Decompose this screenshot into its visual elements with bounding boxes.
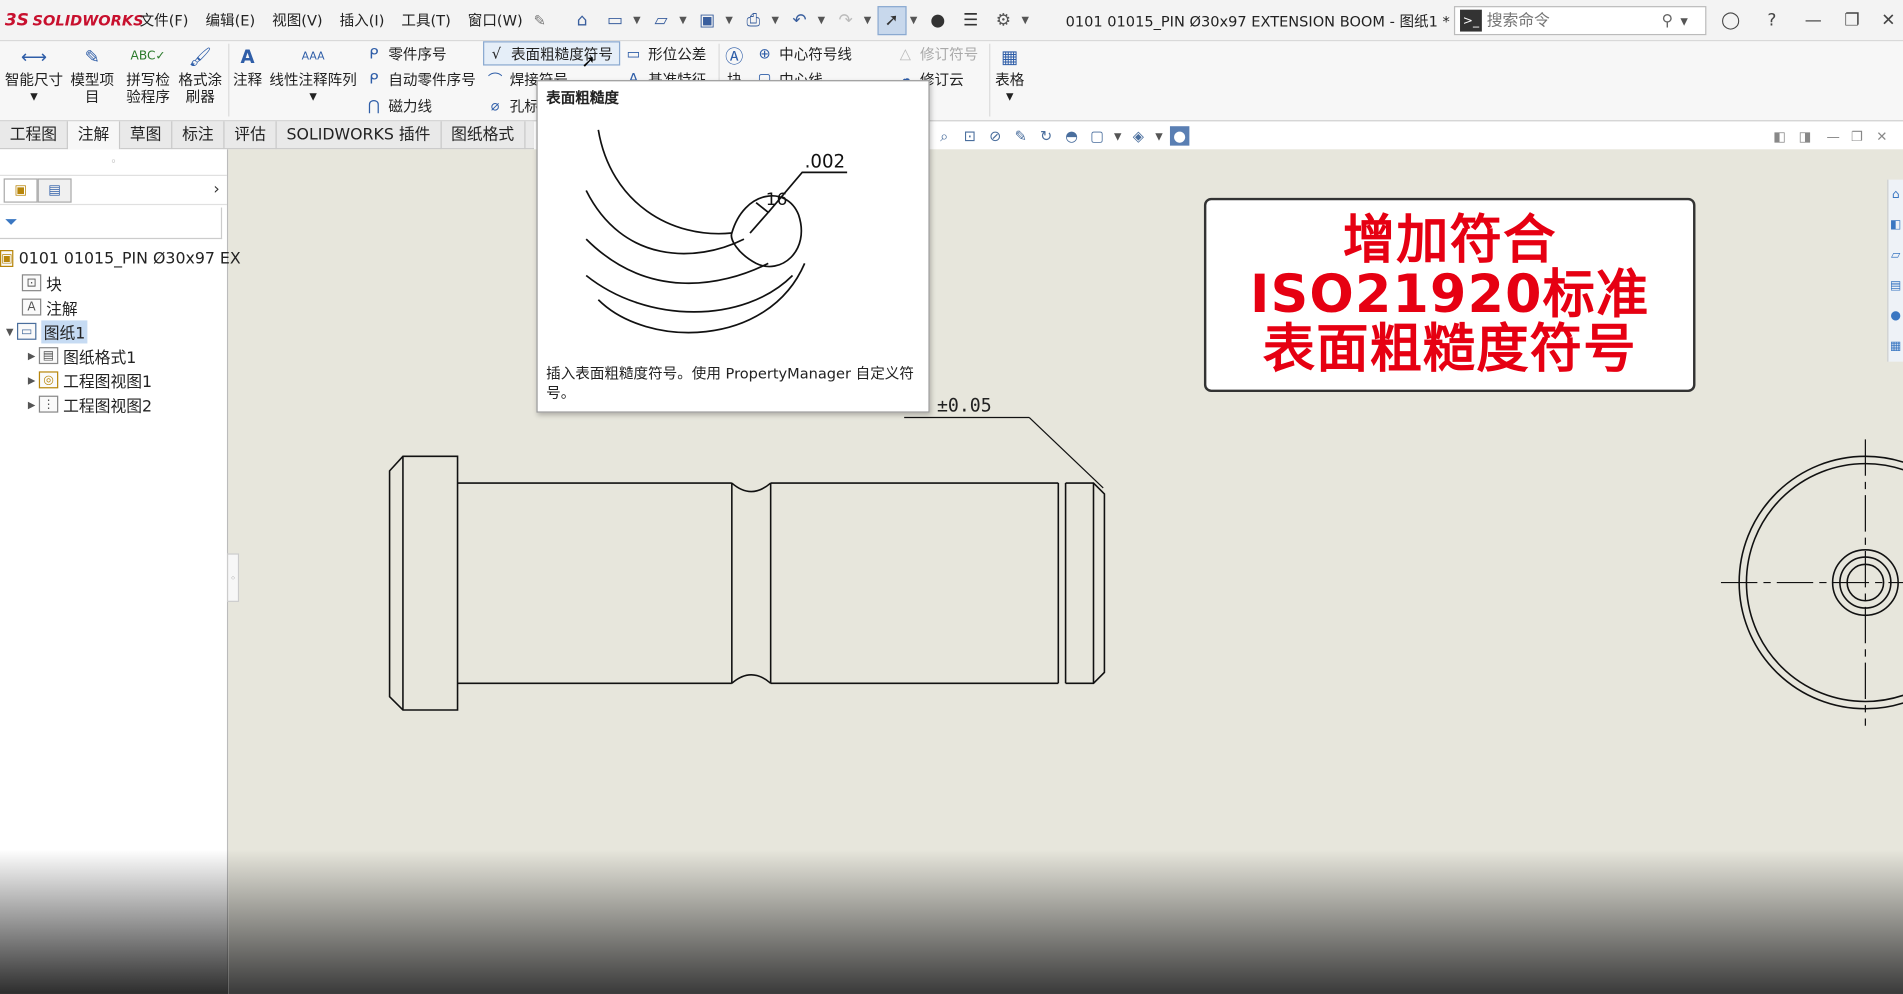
illus-curve-1 (597, 129, 732, 235)
tree-item-drawing-view1[interactable]: ▶ ◎ 工程图视图1 (0, 368, 227, 392)
surface-finish-tooltip: 表面粗糙度 .002 16 插入表面粗糙度符号。使用 PropertyManag… (536, 80, 930, 413)
drawing-document-icon: ▣ (0, 250, 14, 268)
tolerance-label[interactable]: ±0.05 (937, 395, 992, 416)
property-manager-icon[interactable]: ▤ (37, 177, 72, 203)
tree-root[interactable]: ▣ 0101 01015_PIN Ø30x97 EX (0, 246, 241, 270)
tree-item-annotations[interactable]: A 注解 (0, 295, 227, 319)
tree-item-blocks[interactable]: ⊡ 块 (0, 271, 227, 295)
callout-line-2: ISO21920标准 (1249, 263, 1650, 325)
callout-line-1: 增加符合 (1342, 209, 1557, 271)
tolerance-leader-line (1028, 417, 1104, 489)
groove-top (731, 482, 772, 493)
surface-finish-illustration: .002 16 (585, 129, 848, 334)
expand-arrow-icon[interactable]: ▶ (24, 374, 39, 385)
tree-filter[interactable]: ⏷ (0, 207, 223, 240)
illus-value-label: .002 (805, 151, 846, 172)
pin-tip (1065, 482, 1106, 685)
illus-curve-5 (597, 263, 806, 334)
block-folder-icon: ⊡ (21, 274, 42, 292)
tree-item-drawing-view2[interactable]: ▶ ⋮ 工程图视图2 (0, 392, 227, 416)
illus-roughness-label: 16 (766, 190, 788, 210)
sheet-format-icon: ▤ (38, 347, 59, 365)
panel-collapse-handle[interactable]: ◦ (0, 149, 227, 176)
expand-arrow-icon[interactable]: ▶ (24, 350, 39, 361)
chevron-right-icon[interactable]: › (213, 181, 219, 199)
sheet-icon: ▭ (16, 322, 37, 340)
tooltip-description: 插入表面粗糙度符号。使用 PropertyManager 自定义符号。 (546, 365, 914, 402)
annotation-callout: 增加符合 ISO21920标准 表面粗糙度符号 (1203, 197, 1696, 393)
panel-shadow (0, 849, 229, 994)
pin-head (388, 455, 459, 711)
illus-curve-4 (585, 274, 794, 313)
callout-line-3: 表面粗糙度符号 (1262, 318, 1637, 380)
expand-arrow-icon[interactable]: ▶ (24, 399, 39, 410)
mouse-cursor-icon: ➚ (581, 52, 596, 72)
feature-tree: ▣ 0101 01015_PIN Ø30x97 EX ⊡ 块 A 注解 ▼ ▭ … (0, 246, 241, 416)
panel-resize-grip[interactable]: ◦ (226, 553, 240, 602)
feature-manager-tree-icon[interactable]: ▣ (3, 177, 38, 203)
groove-bottom (731, 674, 772, 684)
pin-front-view (388, 416, 1106, 711)
tree-item-sheet-format[interactable]: ▶ ▤ 图纸格式1 (0, 343, 227, 367)
illus-curve-3 (585, 238, 769, 285)
drawing-sheet-geometry: ±0.05 (388, 395, 1903, 726)
tree-item-sheet1[interactable]: ▼ ▭ 图纸1 (0, 319, 227, 343)
pin-side-view (1720, 439, 1903, 726)
annotations-folder-icon: A (21, 298, 42, 316)
projected-view-icon: ⋮ (38, 395, 59, 413)
drawing-view-icon: ◎ (38, 371, 59, 389)
collapse-arrow-icon[interactable]: ▼ (2, 326, 17, 337)
tooltip-title: 表面粗糙度 (546, 89, 619, 107)
filter-icon[interactable]: ⏷ (5, 214, 18, 232)
panel-tab-strip: ▣ ▤ › (0, 176, 227, 206)
